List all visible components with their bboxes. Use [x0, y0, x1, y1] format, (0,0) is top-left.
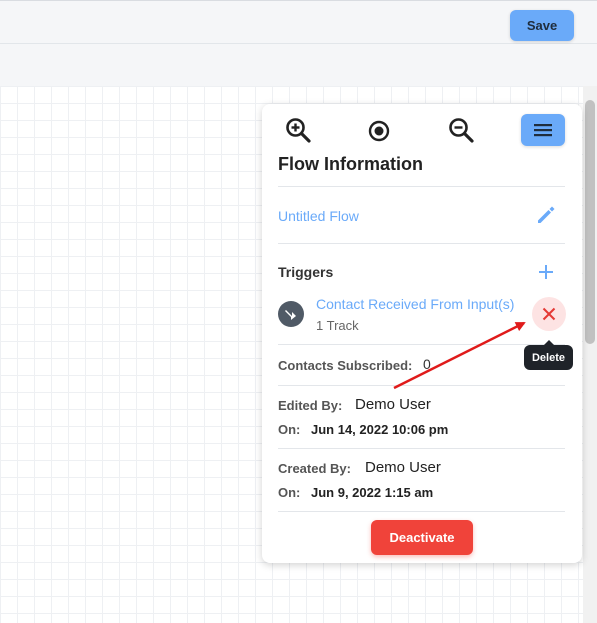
- delete-tooltip: Delete: [524, 340, 573, 370]
- trigger-track-count: 1 Track: [316, 318, 359, 333]
- created-on-value: Jun 9, 2022 1:15 am: [311, 485, 434, 500]
- deactivate-button[interactable]: Deactivate: [371, 520, 473, 555]
- edited-on-value: Jun 14, 2022 10:06 pm: [311, 422, 449, 437]
- divider: [278, 511, 565, 512]
- contacts-subscribed-value: 0: [423, 356, 431, 372]
- triggers-heading: Triggers: [278, 264, 334, 280]
- center-icon[interactable]: [366, 118, 392, 144]
- panel-title: Flow Information: [278, 154, 423, 174]
- created-on-label: On:: [278, 485, 301, 500]
- created-by-label: Created By:: [278, 461, 351, 476]
- trigger-icon: [278, 301, 304, 327]
- menu-icon: [534, 124, 552, 137]
- add-trigger-plus-icon[interactable]: [536, 262, 556, 287]
- zoom-in-icon[interactable]: [284, 116, 312, 144]
- save-button[interactable]: Save: [510, 10, 574, 41]
- created-by-value: Demo User: [365, 459, 441, 476]
- divider: [278, 448, 565, 449]
- divider: [278, 344, 565, 345]
- divider: [278, 385, 565, 386]
- edited-by-value: Demo User: [355, 396, 431, 413]
- edited-by-label: Edited By:: [278, 398, 343, 413]
- secondary-toolbar: [0, 44, 597, 87]
- close-icon: [542, 307, 556, 321]
- edited-on-label: On:: [278, 422, 301, 437]
- trigger-name-link[interactable]: Contact Received From Input(s): [316, 296, 514, 312]
- divider: [278, 243, 565, 244]
- zoom-out-icon[interactable]: [447, 116, 475, 144]
- contacts-subscribed-label: Contacts Subscribed:: [278, 358, 413, 373]
- divider: [278, 186, 565, 187]
- delete-trigger-button[interactable]: [532, 297, 566, 331]
- flow-name-link[interactable]: Untitled Flow: [278, 208, 359, 224]
- top-toolbar: Save: [0, 0, 597, 44]
- pencil-icon[interactable]: [534, 203, 558, 232]
- menu-button[interactable]: [521, 114, 565, 146]
- scrollbar-thumb[interactable]: [585, 100, 595, 344]
- flow-information-panel: Flow Information Untitled Flow Triggers …: [262, 104, 582, 563]
